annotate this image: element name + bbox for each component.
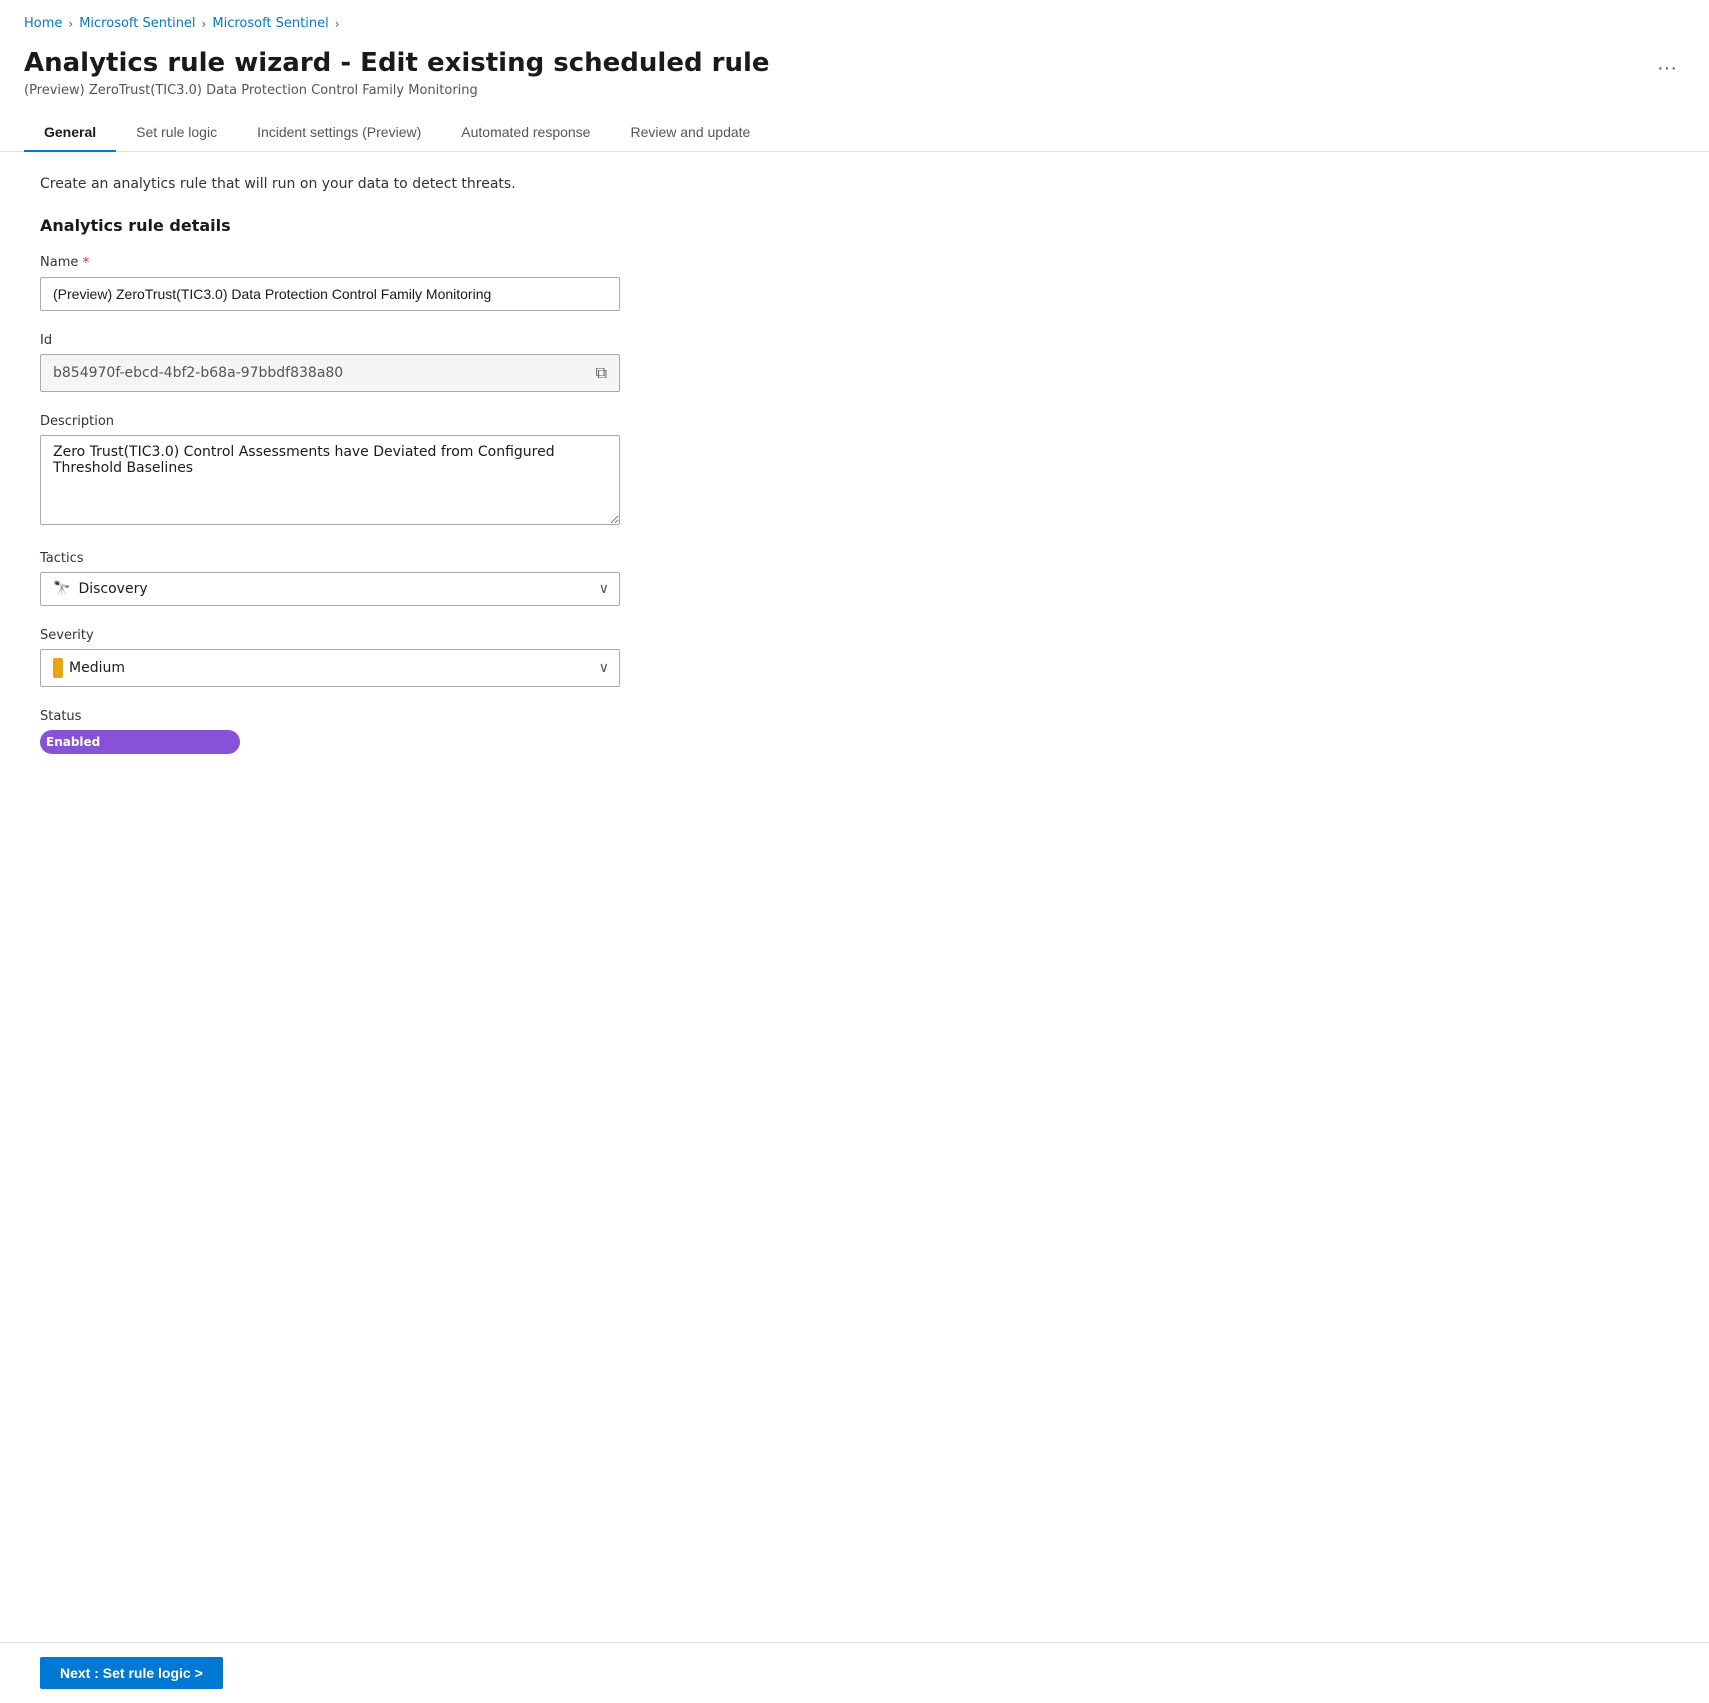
section-title: Analytics rule details: [40, 216, 920, 235]
severity-color-indicator: [53, 658, 63, 678]
severity-chevron-icon: ∨: [599, 660, 609, 676]
page-header: Analytics rule wizard - Edit existing sc…: [0, 39, 1709, 98]
tactics-field-group: Tactics 🔭 Discovery ∨: [40, 551, 920, 606]
required-star: *: [82, 255, 89, 271]
breadcrumb-sentinel-1[interactable]: Microsoft Sentinel: [79, 16, 195, 31]
description-field-group: Description Zero Trust(TIC3.0) Control A…: [40, 414, 920, 529]
status-field-group: Status Enabled: [40, 709, 920, 754]
id-value: b854970f-ebcd-4bf2-b68a-97bbdf838a80: [53, 365, 343, 381]
description-label: Description: [40, 414, 920, 429]
name-field-group: Name *: [40, 255, 920, 311]
tactics-label: Tactics: [40, 551, 920, 566]
severity-label: Severity: [40, 628, 920, 643]
toggle-container[interactable]: Enabled: [40, 730, 240, 754]
status-label: Status: [40, 709, 920, 724]
next-button[interactable]: Next : Set rule logic >: [40, 1657, 223, 1689]
copy-icon[interactable]: ⧉: [596, 363, 607, 383]
footer: Next : Set rule logic >: [0, 1642, 1709, 1703]
tactics-select-wrapper: 🔭 Discovery ∨: [40, 572, 620, 606]
tactics-chevron-icon: ∨: [599, 581, 609, 597]
breadcrumb-home[interactable]: Home: [24, 16, 62, 31]
tab-set-rule-logic[interactable]: Set rule logic: [116, 114, 237, 152]
severity-field-group: Severity Medium ∨: [40, 628, 920, 687]
description-textarea[interactable]: Zero Trust(TIC3.0) Control Assessments h…: [40, 435, 620, 525]
tab-general[interactable]: General: [24, 114, 116, 152]
name-label: Name *: [40, 255, 920, 271]
id-field-group: Id b854970f-ebcd-4bf2-b68a-97bbdf838a80 …: [40, 333, 920, 392]
id-field: b854970f-ebcd-4bf2-b68a-97bbdf838a80 ⧉: [40, 354, 620, 392]
intro-text: Create an analytics rule that will run o…: [40, 176, 920, 192]
tab-review-update[interactable]: Review and update: [610, 114, 770, 152]
tactics-select[interactable]: 🔭 Discovery ∨: [40, 572, 620, 606]
tactics-icon: 🔭: [53, 581, 70, 597]
tactics-value: Discovery: [78, 581, 147, 597]
id-label: Id: [40, 333, 920, 348]
status-value: Enabled: [46, 735, 100, 749]
name-input[interactable]: [40, 277, 620, 311]
severity-select[interactable]: Medium ∨: [40, 649, 620, 687]
status-toggle[interactable]: Enabled: [40, 730, 920, 754]
severity-select-wrapper: Medium ∨: [40, 649, 620, 687]
breadcrumb-sentinel-2[interactable]: Microsoft Sentinel: [212, 16, 328, 31]
more-options-button[interactable]: ···: [1649, 53, 1685, 84]
tabs-container: General Set rule logic Incident settings…: [0, 114, 1709, 152]
tab-automated-response[interactable]: Automated response: [441, 114, 610, 152]
breadcrumb: Home › Microsoft Sentinel › Microsoft Se…: [0, 0, 1709, 39]
main-content: Create an analytics rule that will run o…: [0, 152, 960, 856]
page-subtitle: (Preview) ZeroTrust(TIC3.0) Data Protect…: [24, 83, 770, 98]
severity-value: Medium: [69, 660, 125, 676]
tab-incident-settings[interactable]: Incident settings (Preview): [237, 114, 441, 152]
page-title: Analytics rule wizard - Edit existing sc…: [24, 47, 770, 81]
